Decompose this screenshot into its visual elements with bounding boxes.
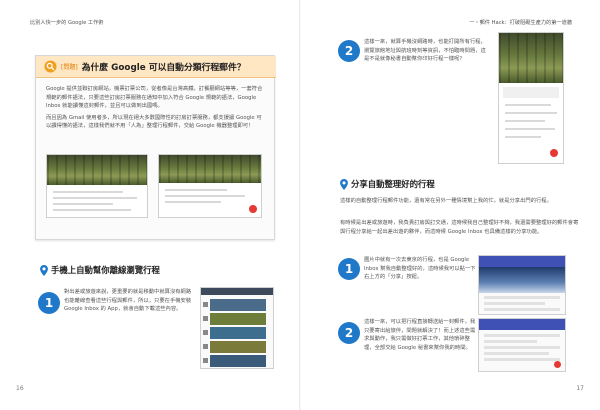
step-text: 這樣一來，可以把行程直接轉送給一封郵件，我只要寄出給旅伴，問題就解決了！而上述這… [364,319,476,351]
step-number: 1 [338,258,360,280]
qa-title: 為什麼 Google 可以自動分類行程郵件？ [81,63,246,73]
qa-paragraph: 而且因為 Gmail 使用者多，所以現在絕大多數國際性的訂房訂票服務，都支援讓 … [46,114,262,130]
step-number: 2 [338,322,360,344]
location-pin-icon [340,178,348,190]
right-page: 一・郵件 Hack：打破阻礙生產力的第一道牆 2 這樣一來，就算手機沒網路時，也… [300,0,600,410]
qa-box-header: [問題] 為什麼 Google 可以自動分類行程郵件？ [36,56,276,78]
qa-paragraph: Google 提供並聯訂房網站，機票訂票公司，從者像是台灣高鐵，訂餐廳網站等等，… [46,86,263,110]
inbox-phone-screenshot [200,287,274,369]
page-number: 16 [16,385,24,392]
body-paragraph: 有時候是出差或旅遊時，我負責訂房與訂交通，這時候我自己整理好不夠，我還需要整理好… [340,220,579,235]
step-text: 這樣一來，就算手機沒網路時，也能打開所有行程，瀏覽旅館地址與航班時刻等資訊，不怕… [364,39,486,63]
inbox-trip-screenshot [498,32,564,164]
qa-box: [問題] 為什麼 Google 可以自動分類行程郵件？ Google 提供並聯訂… [35,55,276,240]
section-title: 手機上自動幫你離線瀏覽行程 [40,264,160,276]
forward-email-screenshot [478,318,566,372]
qa-body: Google 提供並聯訂房網站，機票訂票公司，從者像是台灣高鐵，訂餐廳網站等等，… [46,85,266,134]
inbox-screenshot-desktop [46,154,148,218]
inbox-screenshot-card [158,154,262,218]
step-text: 對出差或旅遊來說，更重要的就是移動中就算沒有網路也能離線查看這些行程與郵件，所以… [64,289,192,313]
step-number: 1 [38,292,60,314]
section-title: 分享自動整理好的行程 [340,178,435,190]
step-text: 圖片中就有一次去東京的行程，也是 Google Inbox 幫我自動整理好的，這… [364,257,476,281]
location-pin-icon [40,264,48,276]
share-trip-screenshot [478,255,566,315]
body-paragraph: 這樣的自動整理行程郵件功能，還有常在另外一種情境幫上我的忙，就是分享出門的行程。 [340,198,552,204]
running-head: 比別人快一步的 Google 工作術 [30,20,104,26]
search-icon [44,60,57,73]
page-number: 17 [576,385,584,392]
step-number: 2 [338,40,360,62]
left-page: 比別人快一步的 Google 工作術 [問題] 為什麼 Google 可以自動分… [0,0,300,410]
qa-tag: [問題] [61,64,78,71]
running-head: 一・郵件 Hack：打破阻礙生產力的第一道牆 [469,20,572,26]
